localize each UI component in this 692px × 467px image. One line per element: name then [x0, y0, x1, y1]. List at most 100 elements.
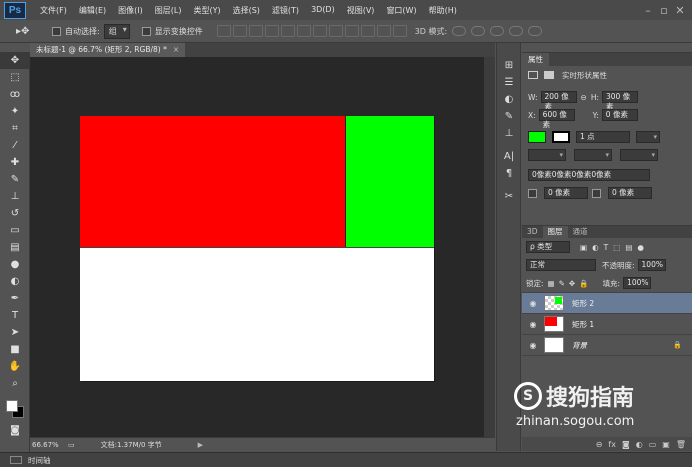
x-field[interactable]: 600 像素 — [538, 109, 575, 129]
menu-help[interactable]: 帮助(H) — [423, 5, 463, 16]
stroke-width-field[interactable]: 1 点 — [576, 131, 630, 143]
red-rectangle-shape[interactable] — [80, 116, 345, 247]
opacity-field[interactable]: 100% — [637, 259, 666, 271]
vertical-scrollbar[interactable] — [484, 57, 495, 437]
filter-pixel-icon[interactable]: ▣ — [580, 243, 587, 252]
history-brush-tool-icon[interactable]: ↺ — [0, 205, 30, 222]
type-tool-icon[interactable]: T — [0, 307, 30, 324]
y-field[interactable]: 0 像素 — [601, 109, 638, 121]
menu-type[interactable]: 类型(Y) — [187, 5, 226, 16]
corner-b-field[interactable]: 0 像素 — [608, 187, 652, 199]
menu-3d[interactable]: 3D(D) — [305, 5, 341, 16]
fill-field[interactable]: 100% — [623, 277, 652, 289]
tab-layers[interactable]: 图层 — [542, 226, 568, 238]
filter-toggle-icon[interactable]: ● — [637, 243, 644, 252]
quick-mask-icon[interactable]: ◙ — [0, 422, 30, 439]
lock-pixels-icon[interactable]: ✎ — [559, 279, 565, 288]
distribute-bottom-icon[interactable] — [344, 25, 359, 37]
distribute-vcenter-icon[interactable] — [328, 25, 343, 37]
crop-tool-icon[interactable]: ⌗ — [0, 120, 30, 137]
path-selection-tool-icon[interactable]: ➤ — [0, 324, 30, 341]
menu-edit[interactable]: 编辑(E) — [73, 5, 112, 16]
auto-select-checkbox[interactable] — [52, 26, 61, 36]
stroke-color-swatch[interactable] — [552, 131, 570, 143]
clone-stamp-tool-icon[interactable]: ⊥ — [0, 188, 30, 205]
height-field[interactable]: 300 像素 — [601, 91, 638, 111]
blur-tool-icon[interactable]: ● — [0, 256, 30, 273]
history-panel-icon[interactable]: ⊞ — [497, 57, 521, 74]
link-icon[interactable]: ⊖ — [581, 93, 587, 102]
tab-channels[interactable]: 通道 — [568, 226, 593, 238]
character-panel-icon[interactable]: A| — [497, 148, 521, 165]
stroke-type-dropdown[interactable] — [636, 131, 660, 143]
scale-3d-icon[interactable] — [528, 26, 543, 36]
filter-smart-icon[interactable]: ▤ — [625, 243, 632, 252]
stroke-join-dropdown[interactable] — [620, 149, 658, 161]
stroke-align-dropdown[interactable] — [528, 149, 566, 161]
clone-source-panel-icon[interactable]: ⊥ — [497, 125, 521, 142]
layer-name[interactable]: 矩形 1 — [572, 319, 594, 330]
lock-transparent-icon[interactable]: ▦ — [548, 279, 555, 288]
align-bottom-icon[interactable] — [248, 25, 263, 37]
align-right-icon[interactable] — [296, 25, 311, 37]
layer-row-rectangle-1[interactable]: ◉ 矩形 1 — [522, 314, 692, 335]
show-transform-checkbox[interactable] — [141, 26, 151, 36]
layer-style-icon[interactable]: fx — [608, 440, 616, 449]
visibility-eye-icon[interactable]: ◉ — [526, 299, 540, 308]
orbit-3d-icon[interactable] — [452, 26, 467, 36]
align-left-icon[interactable] — [264, 25, 279, 37]
close-tab-icon[interactable]: × — [173, 45, 179, 54]
delete-layer-icon[interactable]: 🗑 — [676, 440, 686, 449]
rectangle-tool-icon[interactable]: ■ — [0, 341, 30, 358]
layer-row-rectangle-2[interactable]: ◉ 矩形 2 — [522, 293, 692, 314]
distribute-top-icon[interactable] — [312, 25, 327, 37]
mask-icon[interactable] — [544, 71, 554, 79]
menu-window[interactable]: 窗口(W) — [380, 5, 422, 16]
link-layers-icon[interactable]: ⊖ — [596, 440, 603, 449]
canvas-workspace[interactable] — [30, 57, 484, 437]
brush-tool-icon[interactable]: ✎ — [0, 171, 30, 188]
menu-select[interactable]: 选择(S) — [227, 5, 266, 16]
new-layer-icon[interactable]: ▣ — [662, 440, 670, 449]
timeline-label[interactable]: 时间轴 — [28, 455, 51, 466]
dodge-tool-icon[interactable]: ◐ — [0, 273, 30, 290]
paragraph-panel-icon[interactable]: ¶ — [497, 165, 521, 182]
filter-adjust-icon[interactable]: ◐ — [592, 243, 599, 252]
stroke-cap-dropdown[interactable] — [574, 149, 612, 161]
align-vcenter-icon[interactable] — [232, 25, 247, 37]
menu-file[interactable]: 文件(F) — [34, 5, 73, 16]
distribute-right-icon[interactable] — [392, 25, 407, 37]
corner-a-field[interactable]: 0 像素 — [544, 187, 588, 199]
maximize-icon[interactable]: ▫ — [656, 4, 672, 17]
eyedropper-tool-icon[interactable]: ⁄ — [0, 137, 30, 154]
healing-brush-tool-icon[interactable]: ✚ — [0, 154, 30, 171]
tools-preset-panel-icon[interactable]: ✂ — [497, 188, 521, 205]
layer-kind-dropdown[interactable]: ρ 类型 — [526, 241, 570, 253]
minimize-icon[interactable]: – — [640, 4, 656, 17]
properties-panel-icon[interactable]: ☰ — [497, 74, 521, 91]
move-tool-preset-icon[interactable]: ▸✥ — [16, 26, 40, 37]
menu-image[interactable]: 图像(I) — [112, 5, 149, 16]
zoom-level[interactable]: 66.67% — [30, 441, 62, 449]
foreground-color-swatch[interactable] — [6, 400, 18, 412]
lock-position-icon[interactable]: ✥ — [569, 279, 575, 288]
corner-radius-all-field[interactable]: 0像素0像素0像素0像素 — [528, 169, 650, 181]
pen-tool-icon[interactable]: ✒ — [0, 290, 30, 307]
green-rectangle-shape[interactable] — [345, 116, 434, 247]
hand-tool-icon[interactable]: ✋ — [0, 358, 30, 375]
filter-shape-icon[interactable]: ⬚ — [613, 243, 620, 252]
visibility-eye-icon[interactable]: ◉ — [526, 341, 540, 350]
visibility-eye-icon[interactable]: ◉ — [526, 320, 540, 329]
marquee-tool-icon[interactable]: ⬚ — [0, 69, 30, 86]
close-icon[interactable]: ✕ — [672, 4, 688, 17]
roll-3d-icon[interactable] — [471, 26, 486, 36]
link-corners-checkbox[interactable] — [528, 188, 537, 198]
slide-3d-icon[interactable] — [509, 26, 524, 36]
document-canvas[interactable] — [80, 116, 434, 381]
layer-row-background[interactable]: ◉ 背景 🔒 — [522, 335, 692, 356]
add-mask-icon[interactable]: ◙ — [622, 440, 630, 449]
new-adjustment-icon[interactable]: ◐ — [636, 440, 643, 449]
blend-mode-dropdown[interactable]: 正常 — [526, 259, 596, 271]
new-group-icon[interactable]: ▭ — [649, 440, 657, 449]
tab-3d[interactable]: 3D — [522, 226, 543, 238]
